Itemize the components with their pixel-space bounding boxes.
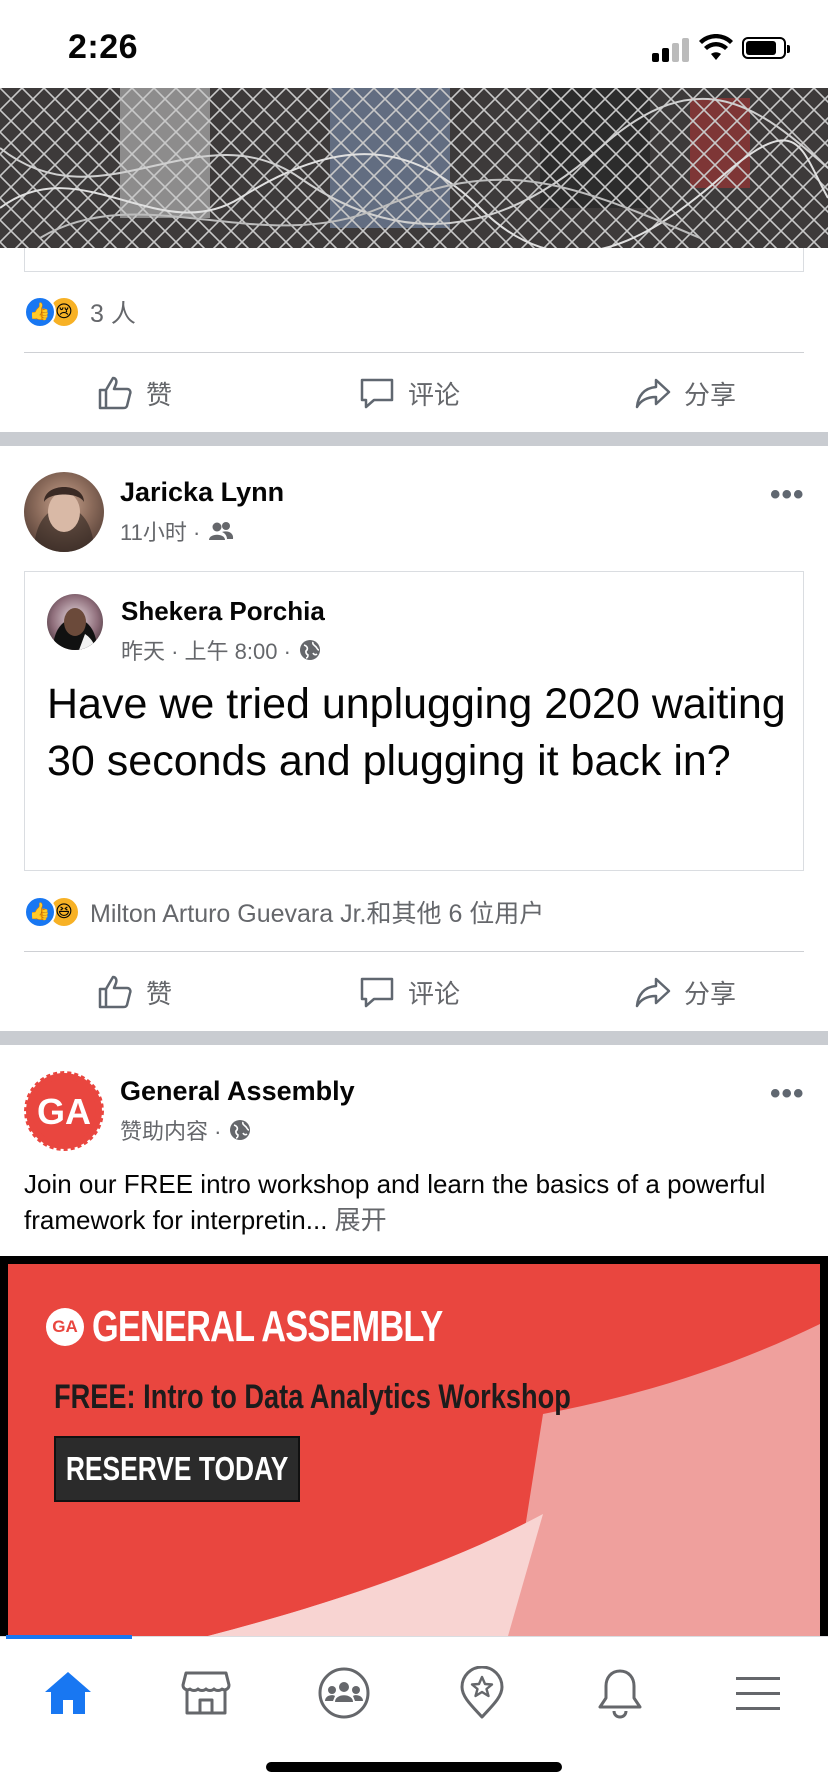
ad-logo: GA GENERAL ASSEMBLY (46, 1302, 541, 1352)
comment-label: 评论 (408, 379, 461, 410)
comment-icon (360, 977, 394, 1008)
feed-separator (0, 432, 828, 446)
globe-icon (299, 640, 320, 660)
comment-button[interactable]: 评论 (358, 973, 460, 1011)
reaction-summary[interactable]: 👍 😢 3 人 (24, 294, 136, 330)
avatar-logo-text: GA (37, 1091, 91, 1132)
share-label: 分享 (684, 978, 737, 1009)
avatar[interactable] (24, 472, 104, 552)
globe-icon (230, 1120, 251, 1140)
wifi-icon (699, 34, 733, 60)
reaction-summary[interactable]: 👍 😆 Milton Arturo Guevara Jr.和其他 6 位用户 (24, 894, 544, 930)
shared-post-meta: 昨天 · 上午 8:00 · (121, 634, 321, 666)
like-button[interactable]: 赞 (96, 973, 172, 1011)
cellular-signal-icon (652, 36, 692, 62)
ad-headline: FREE: Intro to Data Analytics Workshop (54, 1378, 571, 1416)
status-time: 2:26 (68, 28, 139, 66)
post-photo[interactable] (0, 88, 828, 248)
post-text: Join our FREE intro workshop and learn t… (24, 1166, 804, 1238)
poster-name[interactable]: General Assembly (120, 1076, 355, 1107)
more-options-icon[interactable]: ••• (770, 1077, 805, 1111)
share-icon (635, 378, 671, 409)
like-button[interactable]: 赞 (96, 374, 172, 412)
comment-label: 评论 (408, 978, 461, 1009)
notifications-icon[interactable] (580, 1653, 660, 1733)
battery-icon (742, 37, 790, 59)
post-meta: 11小时 · (120, 515, 234, 547)
thumbs-up-icon (98, 975, 132, 1009)
avatar[interactable]: GA (24, 1071, 104, 1151)
ad-brand: GENERAL ASSEMBLY (92, 1302, 443, 1351)
post-meta: 赞助内容 · (120, 1114, 251, 1146)
home-icon[interactable] (28, 1653, 108, 1733)
shared-poster-name[interactable]: Shekera Porchia (121, 596, 325, 627)
ad-creative[interactable]: GA GENERAL ASSEMBLY FREE: Intro to Data … (8, 1264, 820, 1636)
marketplace-icon[interactable] (166, 1653, 246, 1733)
avatar[interactable] (47, 594, 103, 650)
feed-separator (0, 1031, 828, 1045)
reserve-button[interactable]: RESERVE TODAY (54, 1436, 300, 1502)
share-label: 分享 (684, 379, 737, 410)
comment-icon (360, 378, 394, 409)
post-time[interactable]: 11小时 · (120, 515, 200, 547)
shared-post-time[interactable]: 昨天 · 上午 8:00 · (121, 634, 291, 666)
menu-icon[interactable] (718, 1653, 798, 1733)
home-indicator[interactable] (266, 1762, 562, 1772)
poster-name[interactable]: Jaricka Lynn (120, 477, 284, 508)
like-reaction-icon: 👍 (24, 896, 56, 928)
ga-logo-icon: GA (46, 1308, 84, 1346)
shared-post[interactable]: Shekera Porchia 昨天 · 上午 8:00 · Have we t… (24, 571, 804, 871)
see-more-link[interactable]: 展开 (335, 1205, 387, 1235)
reaction-names: Milton Arturo Guevara Jr.和其他 6 位用户 (90, 900, 545, 928)
more-options-icon[interactable]: ••• (770, 478, 805, 512)
reserve-button-label: RESERVE TODAY (65, 1450, 289, 1487)
status-bar: 2:26 (0, 0, 828, 88)
shared-post-text: Have we tried unplugging 2020 waiting 30… (47, 680, 786, 785)
thumbs-up-icon (98, 376, 132, 410)
share-button[interactable]: 分享 (634, 374, 736, 412)
share-icon (635, 977, 671, 1008)
post-actions: 赞 评论 分享 (0, 352, 828, 432)
comment-button[interactable]: 评论 (358, 374, 460, 412)
friends-icon (209, 522, 234, 540)
photo-caption-frame (24, 248, 804, 272)
post-actions: 赞 评论 分享 (0, 951, 828, 1031)
reaction-count: 3 人 (90, 300, 136, 328)
sponsored-label: 赞助内容 · (120, 1119, 222, 1144)
like-reaction-icon: 👍 (24, 296, 56, 328)
watch-icon[interactable] (442, 1653, 522, 1733)
post-body: Join our FREE intro workshop and learn t… (24, 1169, 766, 1235)
like-label: 赞 (146, 379, 173, 410)
ad-banner[interactable]: GA GENERAL ASSEMBLY FREE: Intro to Data … (0, 1256, 828, 1636)
share-button[interactable]: 分享 (634, 973, 736, 1011)
like-label: 赞 (146, 978, 173, 1009)
groups-icon[interactable] (304, 1653, 384, 1733)
active-tab-indicator (6, 1635, 132, 1639)
